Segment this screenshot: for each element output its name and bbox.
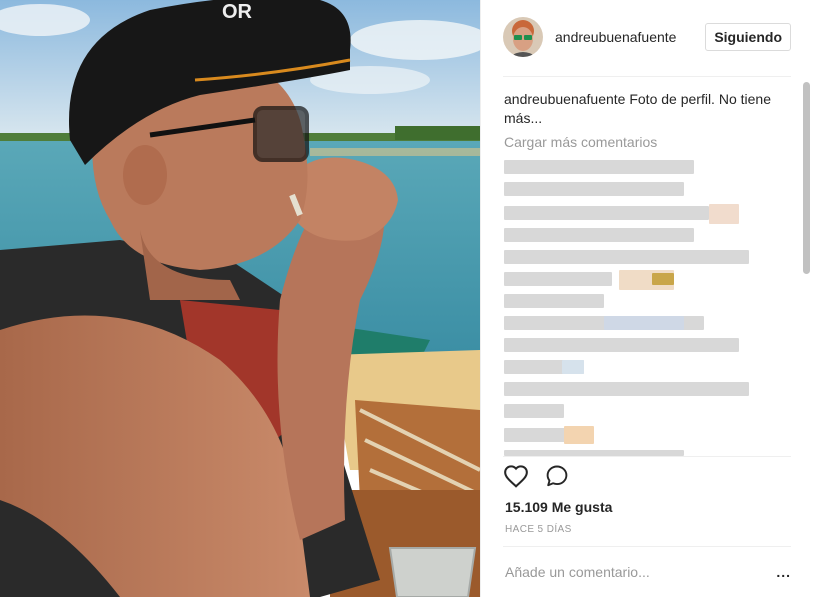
blurred-emoji — [604, 316, 684, 330]
blurred-comment — [504, 250, 749, 264]
blurred-comment — [504, 338, 739, 352]
blurred-comments — [504, 156, 799, 456]
avatar-image — [503, 17, 543, 57]
blurred-comment — [504, 182, 684, 196]
blurred-comment — [504, 382, 749, 396]
post-timestamp[interactable]: HACE 5 DÍAS — [505, 524, 572, 535]
heart-icon-svg — [504, 465, 528, 488]
post-side-panel: andreubuenafuente Siguiendo andreubuenaf… — [480, 0, 815, 597]
blurred-emoji — [652, 273, 674, 285]
comments-section[interactable]: andreubuenafuente Foto de perfil. No tie… — [504, 76, 799, 456]
post-photo: OR — [0, 0, 480, 597]
blurred-comment — [504, 160, 694, 174]
cap-logo-text: OR — [222, 1, 253, 23]
heart-icon[interactable] — [503, 464, 529, 493]
comments-scrollbar[interactable] — [803, 82, 810, 274]
comment-bubble-icon[interactable] — [545, 464, 569, 493]
add-comment-input[interactable] — [503, 563, 777, 581]
add-comment-row: ... — [503, 556, 791, 588]
likes-count[interactable]: 15.109 Me gusta — [505, 499, 612, 515]
blurred-comment — [504, 404, 564, 418]
blurred-comment — [504, 228, 694, 242]
blurred-comment — [504, 294, 604, 308]
blurred-emoji — [564, 426, 594, 444]
post-header: andreubuenafuente Siguiendo — [503, 15, 791, 59]
blurred-emoji — [709, 204, 739, 224]
load-more-comments-link[interactable]: Cargar más comentarios — [504, 134, 799, 150]
blurred-comment — [504, 206, 709, 220]
ellipsis-icon[interactable]: ... — [776, 564, 791, 580]
comment-divider — [503, 546, 791, 547]
post-caption: andreubuenafuente Foto de perfil. No tie… — [504, 90, 799, 128]
post-photo-image: OR — [0, 0, 480, 597]
blurred-emoji — [562, 360, 584, 374]
post-username[interactable]: andreubuenafuente — [555, 29, 676, 45]
following-button[interactable]: Siguiendo — [705, 23, 791, 51]
post-actions — [503, 464, 569, 493]
caption-username[interactable]: andreubuenafuente — [504, 91, 625, 107]
comment-icon-svg — [546, 465, 568, 487]
actions-divider — [503, 456, 791, 457]
avatar[interactable] — [503, 17, 543, 57]
blurred-comment — [504, 272, 612, 286]
